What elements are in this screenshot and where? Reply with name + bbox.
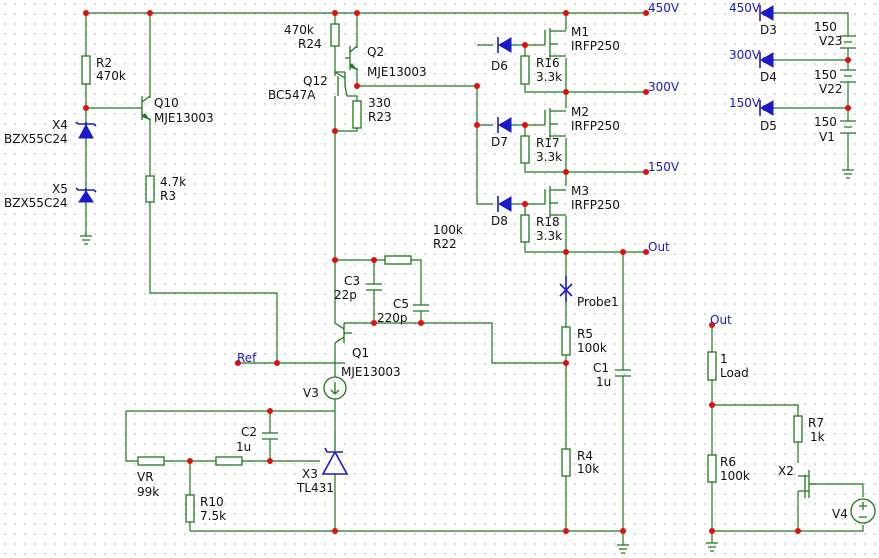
r18-ref: R18 bbox=[536, 215, 560, 229]
r1-ref: 1 bbox=[720, 352, 728, 366]
r22-ref: R22 bbox=[433, 237, 457, 251]
net-out-load: Out bbox=[710, 313, 732, 327]
r3-value: 4.7k bbox=[160, 175, 186, 189]
q10-value: MJE13003 bbox=[154, 111, 214, 125]
m2-value: IRFP250 bbox=[571, 119, 620, 133]
v4-ref: V4 bbox=[832, 507, 848, 521]
x4-value: BZX55C24 bbox=[4, 132, 68, 146]
x5-value: BZX55C24 bbox=[4, 196, 68, 210]
d8-ref: D8 bbox=[491, 214, 508, 228]
d3-ref: D3 bbox=[760, 23, 777, 37]
r6-ref: R6 bbox=[720, 455, 736, 469]
m3-value: IRFP250 bbox=[571, 198, 620, 212]
r22-value: 100k bbox=[433, 223, 463, 237]
net-out-main: Out bbox=[648, 240, 670, 254]
q12-ref: Q12 bbox=[303, 74, 328, 88]
r4-value: 10k bbox=[577, 462, 599, 476]
d6-ref: D6 bbox=[491, 59, 508, 73]
v3-ref: V3 bbox=[303, 386, 319, 400]
capacitor-symbols bbox=[262, 283, 631, 440]
r17-ref: R17 bbox=[536, 136, 560, 150]
v23-value: 150 bbox=[814, 20, 837, 34]
r23-value: 330 bbox=[368, 96, 391, 110]
net-150v-mid: 150V bbox=[648, 160, 680, 174]
r10-ref: R10 bbox=[200, 495, 224, 509]
v22-ref: V22 bbox=[819, 82, 842, 96]
d5-ref: D5 bbox=[760, 119, 777, 133]
net-300v-supply: 300V bbox=[729, 48, 761, 62]
net-labels: 450V 300V 150V Out Ref 450V 300V 150V Ou… bbox=[237, 1, 761, 365]
r17-value: 3.3k bbox=[536, 150, 562, 164]
r5-ref: R5 bbox=[577, 327, 593, 341]
r16-value: 3.3k bbox=[536, 70, 562, 84]
net-450v-top: 450V bbox=[648, 1, 680, 15]
v1-ref: V1 bbox=[819, 130, 835, 144]
m1-ref: M1 bbox=[571, 25, 589, 39]
r2-value: 470k bbox=[96, 69, 126, 83]
x5-ref: X5 bbox=[52, 182, 68, 196]
c3-ref: C3 bbox=[344, 274, 360, 288]
r1-value: Load bbox=[720, 366, 749, 380]
mosfet-symbols bbox=[544, 28, 816, 498]
component-labels: R2 470k Q10 MJE13003 X4 BZX55C24 X5 BZX5… bbox=[4, 20, 848, 523]
r4-ref: R4 bbox=[577, 449, 593, 463]
c2-value: 1u bbox=[236, 440, 251, 454]
net-150v-supply: 150V bbox=[729, 96, 761, 110]
m2-ref: M2 bbox=[571, 105, 589, 119]
r5-value: 100k bbox=[577, 341, 607, 355]
q1-ref: Q1 bbox=[352, 346, 369, 360]
r23-ref: R23 bbox=[368, 110, 392, 124]
r16-ref: R16 bbox=[536, 56, 560, 70]
q2-ref: Q2 bbox=[367, 45, 384, 59]
r3-ref: R3 bbox=[160, 189, 176, 203]
x4-ref: X4 bbox=[52, 118, 68, 132]
net-300v-mid: 300V bbox=[648, 80, 680, 94]
resistor-symbols bbox=[81, 23, 803, 523]
r2-ref: R2 bbox=[96, 56, 112, 70]
r24-value: 470k bbox=[284, 23, 314, 37]
r18-value: 3.3k bbox=[536, 229, 562, 243]
q12-value: BC547A bbox=[268, 88, 316, 102]
r7-value: 1k bbox=[810, 430, 825, 444]
vr-ref: VR bbox=[137, 470, 154, 484]
c1-ref: C1 bbox=[593, 361, 609, 375]
q10-ref: Q10 bbox=[154, 96, 179, 110]
x2-ref: X2 bbox=[778, 464, 794, 478]
r10-value: 7.5k bbox=[200, 509, 226, 523]
d7-ref: D7 bbox=[491, 135, 508, 149]
c2-ref: C2 bbox=[241, 425, 257, 439]
m1-value: IRFP250 bbox=[571, 39, 620, 53]
x3-ref: X3 bbox=[302, 467, 318, 481]
net-ref: Ref bbox=[237, 351, 257, 365]
schematic: R2 470k Q10 MJE13003 X4 BZX55C24 X5 BZX5… bbox=[4, 1, 876, 554]
c1-value: 1u bbox=[596, 375, 611, 389]
q1-value: MJE13003 bbox=[341, 365, 401, 379]
x3-value: TL431 bbox=[296, 481, 334, 495]
r6-value: 100k bbox=[720, 469, 750, 483]
m3-ref: M3 bbox=[571, 184, 589, 198]
v1-value: 150 bbox=[814, 115, 837, 129]
probe1-ref: Probe1 bbox=[577, 295, 619, 309]
c5-value: 220p bbox=[377, 311, 408, 325]
d4-ref: D4 bbox=[760, 70, 777, 84]
c3-value: 22p bbox=[334, 288, 357, 302]
r7-ref: R7 bbox=[808, 416, 824, 430]
vr-value: 99k bbox=[137, 485, 159, 499]
v23-ref: V23 bbox=[819, 34, 842, 48]
r24-ref: R24 bbox=[298, 37, 322, 51]
q2-value: MJE13003 bbox=[367, 65, 427, 79]
v22-value: 150 bbox=[814, 68, 837, 82]
net-450v-supply: 450V bbox=[729, 1, 761, 15]
c5-ref: C5 bbox=[393, 297, 409, 311]
